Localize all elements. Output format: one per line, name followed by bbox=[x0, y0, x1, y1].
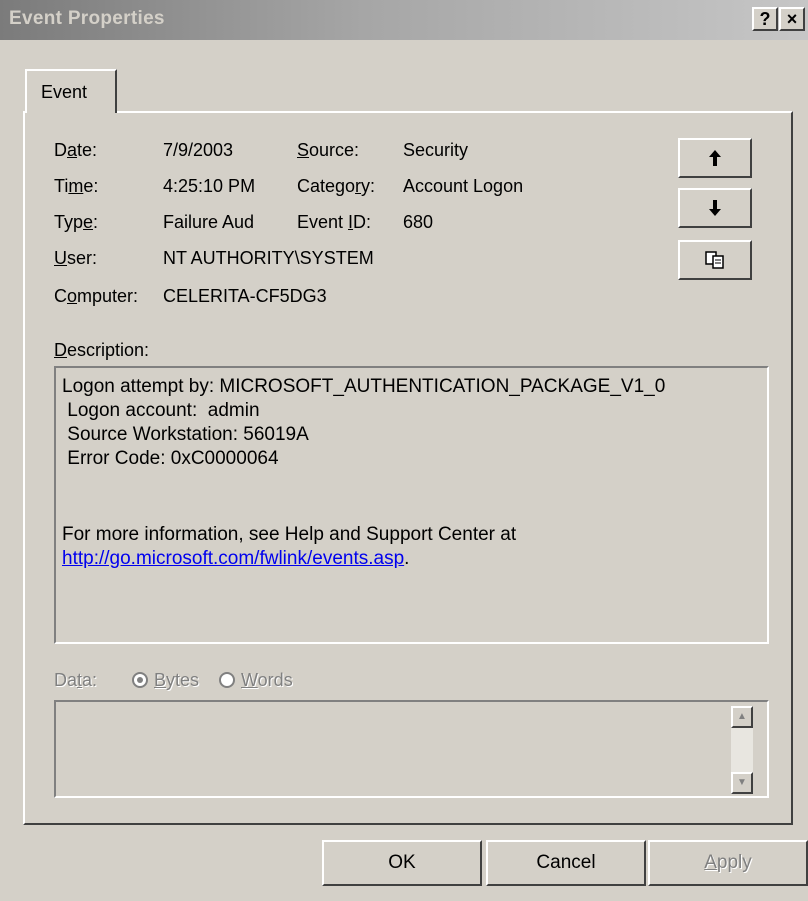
ok-button[interactable]: OK bbox=[322, 840, 482, 886]
apply-button[interactable]: Apply bbox=[648, 840, 808, 886]
close-icon: × bbox=[786, 9, 798, 29]
window-title: Event Properties bbox=[9, 8, 165, 29]
help-icon: ? bbox=[759, 9, 771, 29]
tab-panel bbox=[23, 111, 793, 825]
tab-event[interactable]: Event bbox=[25, 69, 117, 113]
close-button[interactable]: × bbox=[779, 7, 805, 31]
title-bar[interactable]: Event Properties ? × bbox=[0, 0, 808, 40]
tab-join bbox=[27, 108, 115, 114]
help-button[interactable]: ? bbox=[752, 7, 778, 31]
cancel-button[interactable]: Cancel bbox=[486, 840, 646, 886]
tab-event-label: Event bbox=[41, 82, 88, 102]
